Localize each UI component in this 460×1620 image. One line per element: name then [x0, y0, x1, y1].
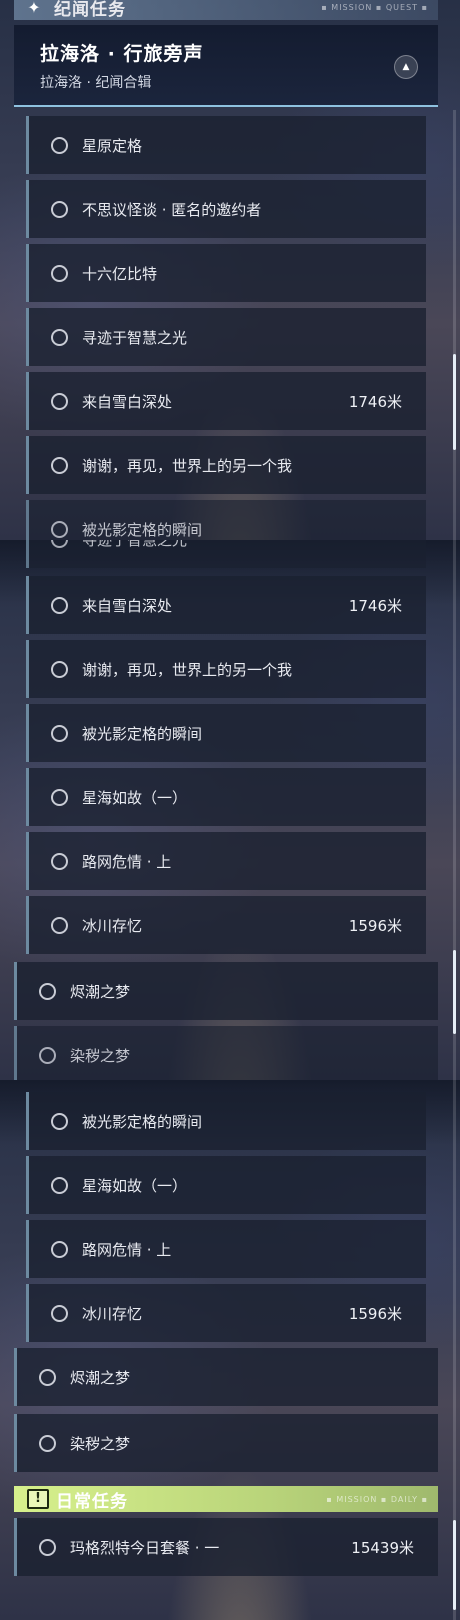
- quest-distance: 1596米: [348, 1304, 402, 1323]
- quest-item[interactable]: 来自雪白深处 1746米: [26, 372, 426, 430]
- section-title: 日常任务: [56, 1491, 128, 1512]
- daily-quest-section-header[interactable]: ! 日常任务 ▪ MISSION ▪ DAILY ▪: [14, 1486, 438, 1512]
- status-circle-icon: [51, 136, 68, 154]
- quest-item[interactable]: 路网危情 · 上: [26, 1220, 426, 1278]
- quest-item[interactable]: 被光影定格的瞬间: [26, 500, 426, 540]
- quest-distance: 1596米: [348, 916, 402, 935]
- status-circle-icon: [51, 724, 68, 742]
- collapse-button[interactable]: ▲: [394, 55, 418, 79]
- scrollbar[interactable]: [453, 540, 456, 1080]
- quest-item[interactable]: 被光影定格的瞬间: [26, 1092, 426, 1150]
- quest-name: 十六亿比特: [82, 264, 158, 283]
- quest-item[interactable]: 不思议怪谈 · 匿名的邀约者: [26, 180, 426, 238]
- status-circle-icon: [51, 1304, 68, 1322]
- quest-item[interactable]: 星海如故（一）: [26, 1156, 426, 1214]
- status-circle-icon: [51, 328, 68, 346]
- quest-name: 玛格烈特今日套餐 · 一: [70, 1538, 220, 1557]
- scrollbar[interactable]: [453, 1080, 456, 1620]
- region-subtitle: 拉海洛 · 纪闻合辑: [40, 75, 152, 91]
- quest-name: 烬潮之梦: [70, 1368, 131, 1387]
- section-title: 纪闻任务: [54, 0, 126, 20]
- status-circle-icon: [39, 1046, 56, 1064]
- quest-name: 不思议怪谈 · 匿名的邀约者: [82, 200, 262, 219]
- quest-panel-view-2: 寻迹于智慧之光 来自雪白深处 1746米 谢谢，再见，世界上的另一个我 被光影定…: [0, 540, 460, 1080]
- status-circle-icon: [51, 852, 68, 870]
- quest-name: 烬潮之梦: [70, 982, 131, 1001]
- quest-item[interactable]: 烬潮之梦: [14, 1348, 438, 1406]
- triangle-up-icon: ▲: [402, 62, 410, 72]
- quest-name: 被光影定格的瞬间: [82, 520, 203, 539]
- quest-name: 星海如故（一）: [82, 788, 188, 807]
- story-quest-section-header[interactable]: ✦ 纪闻任务 ▪ MISSION ▪ QUEST ▪: [14, 0, 438, 20]
- quest-name: 谢谢，再见，世界上的另一个我: [82, 456, 293, 475]
- status-circle-icon: [51, 916, 68, 934]
- scrollbar-thumb[interactable]: [453, 354, 456, 450]
- status-circle-icon: [39, 1538, 56, 1556]
- quest-name: 寻迹于智慧之光: [82, 540, 426, 550]
- quest-item[interactable]: 染秽之梦: [14, 1026, 438, 1080]
- status-circle-icon: [39, 1368, 56, 1386]
- region-group-header[interactable]: 拉海洛 · 行旅旁声 拉海洛 · 纪闻合辑 ▲: [14, 25, 438, 107]
- quest-panel-view-3: 被光影定格的瞬间 星海如故（一） 路网危情 · 上 冰川存忆 1596米 烬潮之…: [0, 1080, 460, 1620]
- quest-item[interactable]: 染秽之梦: [14, 1414, 438, 1472]
- quest-name: 被光影定格的瞬间: [82, 1112, 203, 1131]
- quest-name: 路网危情 · 上: [82, 852, 172, 871]
- quest-item[interactable]: 被光影定格的瞬间: [26, 704, 426, 762]
- quest-panel-view-1: ✦ 纪闻任务 ▪ MISSION ▪ QUEST ▪ 拉海洛 · 行旅旁声 拉海…: [0, 0, 460, 540]
- status-circle-icon: [51, 264, 68, 282]
- status-circle-icon: [51, 788, 68, 806]
- quest-name: 被光影定格的瞬间: [82, 724, 203, 743]
- status-circle-icon: [51, 540, 68, 548]
- quest-name: 星原定格: [82, 136, 143, 155]
- daily-quest-item[interactable]: 玛格烈特今日套餐 · 一 15439米: [14, 1518, 438, 1576]
- status-circle-icon: [51, 392, 68, 410]
- status-circle-icon: [39, 1434, 56, 1452]
- quest-item[interactable]: 星原定格: [26, 116, 426, 174]
- scrollbar-thumb[interactable]: [453, 1520, 456, 1610]
- quest-name: 染秽之梦: [70, 1434, 131, 1453]
- quest-item[interactable]: 路网危情 · 上: [26, 832, 426, 890]
- quest-item[interactable]: 谢谢，再见，世界上的另一个我: [26, 640, 426, 698]
- quest-name: 谢谢，再见，世界上的另一个我: [82, 660, 293, 679]
- quest-item[interactable]: 寻迹于智慧之光: [26, 308, 426, 366]
- status-circle-icon: [51, 1240, 68, 1258]
- status-circle-icon: [39, 982, 56, 1000]
- quest-item[interactable]: 冰川存忆 1596米: [26, 896, 426, 954]
- quest-name: 来自雪白深处: [82, 392, 173, 411]
- quest-name: 来自雪白深处: [82, 596, 173, 615]
- quest-name: 星海如故（一）: [82, 1176, 188, 1195]
- story-quest-icon: ✦: [27, 0, 41, 17]
- quest-distance: 1746米: [348, 392, 402, 411]
- alert-icon: !: [20, 1488, 56, 1510]
- quest-distance: 15439米: [351, 1538, 414, 1557]
- quest-name: 冰川存忆: [82, 916, 143, 935]
- status-circle-icon: [51, 456, 68, 474]
- quest-item[interactable]: 寻迹于智慧之光: [26, 540, 426, 568]
- quest-name: 染秽之梦: [70, 1046, 131, 1065]
- section-decoration: ▪ MISSION ▪ DAILY ▪: [326, 1494, 428, 1504]
- quest-item[interactable]: 来自雪白深处 1746米: [26, 576, 426, 634]
- quest-distance: 1746米: [348, 596, 402, 615]
- quest-item[interactable]: 冰川存忆 1596米: [26, 1284, 426, 1342]
- region-title: 拉海洛 · 行旅旁声: [40, 43, 204, 65]
- scrollbar[interactable]: [453, 110, 456, 540]
- section-decoration: ▪ MISSION ▪ QUEST ▪: [321, 2, 428, 12]
- scrollbar-thumb[interactable]: [453, 950, 456, 1034]
- status-circle-icon: [51, 596, 68, 614]
- quest-name: 路网危情 · 上: [82, 1240, 172, 1259]
- quest-name: 寻迹于智慧之光: [82, 328, 188, 347]
- quest-item[interactable]: 烬潮之梦: [14, 962, 438, 1020]
- quest-item[interactable]: 谢谢，再见，世界上的另一个我: [26, 436, 426, 494]
- status-circle-icon: [51, 1112, 68, 1130]
- status-circle-icon: [51, 200, 68, 218]
- status-circle-icon: [51, 520, 68, 538]
- quest-name: 冰川存忆: [82, 1304, 143, 1323]
- quest-item[interactable]: 十六亿比特: [26, 244, 426, 302]
- status-circle-icon: [51, 1176, 68, 1194]
- quest-item[interactable]: 星海如故（一）: [26, 768, 426, 826]
- status-circle-icon: [51, 660, 68, 678]
